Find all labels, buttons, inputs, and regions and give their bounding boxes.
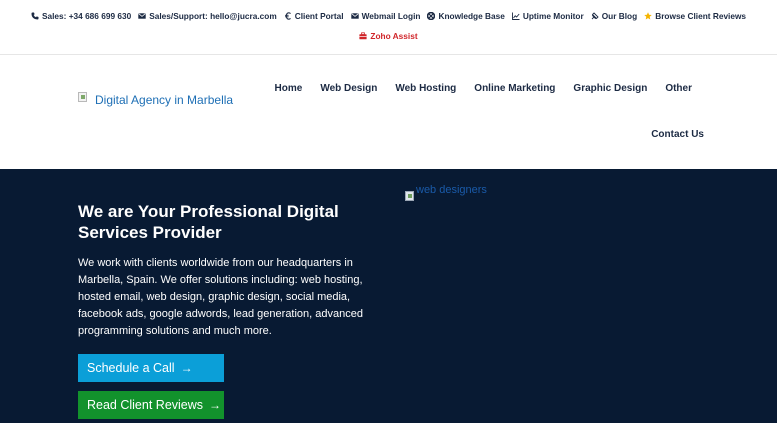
nav-contact-us[interactable]: Contact Us (651, 129, 704, 140)
support-email-link[interactable]: Sales/Support: hello@jucra.com (138, 11, 277, 21)
client-portal-link[interactable]: Client Portal (284, 11, 344, 21)
webmail-login-link[interactable]: Webmail Login (350, 11, 421, 21)
logo-alt-text: Digital Agency in Marbella (95, 93, 234, 107)
schedule-call-label: Schedule a Call (87, 361, 175, 375)
our-blog-link[interactable]: Our Blog (591, 11, 638, 21)
phone-icon (31, 12, 39, 20)
zoho-assist-label: Zoho Assist (370, 31, 418, 41)
hero-description: We work with clients worldwide from our … (78, 257, 363, 337)
hero-image-alt-text: web designers (416, 184, 487, 196)
broken-image-icon (78, 92, 87, 102)
nav-web-hosting[interactable]: Web Hosting (395, 83, 456, 94)
life-ring-icon (427, 12, 436, 20)
read-reviews-button[interactable]: Read Client Reviews → (78, 391, 224, 419)
schedule-call-button[interactable]: Schedule a Call → (78, 354, 224, 382)
nav-web-design[interactable]: Web Design (320, 83, 377, 94)
sales-phone-label: Sales: +34 686 699 630 (41, 11, 132, 21)
knowledge-base-link[interactable]: Knowledge Base (427, 11, 505, 21)
browse-reviews-link[interactable]: Browse Client Reviews (644, 11, 746, 21)
nav-home[interactable]: Home (275, 83, 303, 94)
broken-image-icon (405, 191, 414, 201)
nav-online-marketing[interactable]: Online Marketing (474, 83, 555, 94)
nav-other[interactable]: Other (665, 83, 692, 94)
main-nav: Home Web Design Web Hosting Online Marke… (275, 83, 692, 94)
webmail-login-label: Webmail Login (361, 11, 421, 21)
nav-graphic-design[interactable]: Graphic Design (573, 83, 647, 94)
client-portal-label: Client Portal (294, 11, 344, 21)
envelope-icon (350, 12, 359, 20)
knowledge-base-label: Knowledge Base (438, 11, 505, 21)
toolbox-icon (359, 32, 368, 40)
uptime-monitor-link[interactable]: Uptime Monitor (511, 11, 584, 21)
zoho-row: Zoho Assist (0, 31, 777, 41)
envelope-icon (138, 12, 146, 20)
site-header: Digital Agency in Marbella Home Web Desi… (0, 56, 777, 169)
hero-title: We are Your Professional Digital Service… (78, 202, 339, 242)
uptime-monitor-label: Uptime Monitor (522, 11, 584, 21)
arrow-right-icon: → (209, 398, 222, 412)
top-bar: Sales: +34 686 699 630 Sales/Support: he… (0, 0, 777, 55)
zoho-assist-link[interactable]: Zoho Assist (359, 31, 418, 41)
browse-reviews-label: Browse Client Reviews (655, 11, 747, 21)
read-reviews-label: Read Client Reviews (87, 398, 204, 412)
rss-icon (591, 12, 599, 20)
sales-phone-link[interactable]: Sales: +34 686 699 630 (31, 11, 131, 21)
our-blog-label: Our Blog (601, 11, 638, 21)
site-logo[interactable]: Digital Agency in Marbella (78, 92, 233, 107)
hero-image: web designers (405, 184, 487, 201)
star-icon (644, 12, 652, 20)
line-chart-icon (511, 12, 520, 20)
support-email-label: Sales/Support: hello@jucra.com (149, 11, 277, 21)
euro-icon (284, 12, 292, 20)
hero-section: We are Your Professional Digital Service… (0, 169, 777, 423)
arrow-right-icon: → (180, 361, 193, 375)
top-links: Sales: +34 686 699 630 Sales/Support: he… (0, 11, 777, 21)
